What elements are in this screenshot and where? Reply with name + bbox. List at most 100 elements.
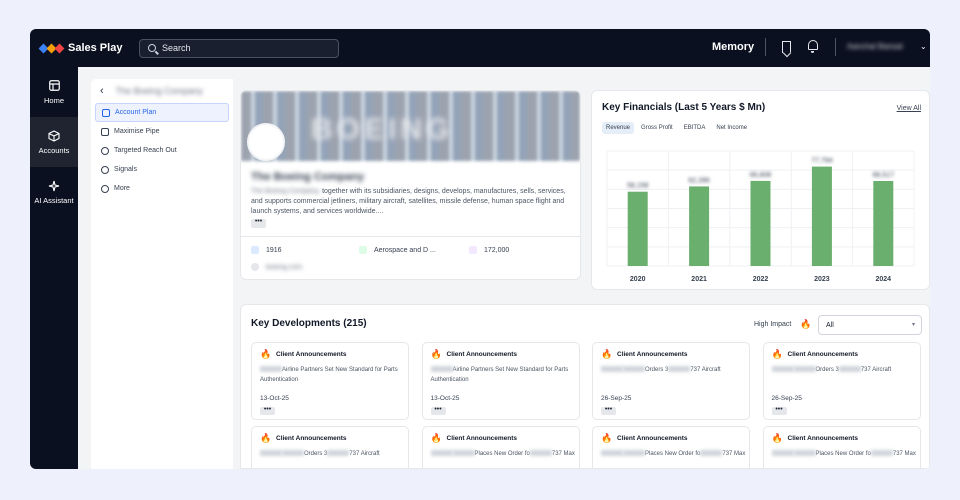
development-card[interactable]: 🔥 Client Announcements Orders 3 737 Aircraf… (592, 342, 750, 420)
development-headline: Places New Order fo 737 Max (430, 449, 576, 459)
memory-button[interactable]: Memory (712, 41, 754, 53)
development-date: 26-Sep-25 (601, 395, 632, 402)
development-card[interactable]: 🔥 Client Announcements Airline Partners Se… (251, 342, 409, 420)
development-type: Client Announcements (446, 435, 518, 442)
chevron-down-icon: ▾ (911, 322, 915, 328)
development-headline: Orders 3 737 Aircraft (601, 365, 746, 375)
flame-icon: 🔥 (601, 349, 613, 359)
development-card[interactable]: 🔥 Client Announcements Places New Order fo… (762, 426, 921, 468)
development-type: Client Announcements (617, 351, 688, 358)
tab-ebitda[interactable]: EBITDA (680, 122, 710, 134)
more-button[interactable]: ••• (771, 406, 787, 415)
more-button[interactable]: ••• (251, 218, 266, 228)
tab-revenue[interactable]: Revenue (602, 122, 635, 134)
bell-icon[interactable] (808, 40, 818, 53)
top-bar: Sales Play Search Memory Aanchal Bansal … (30, 29, 930, 67)
subnav-item-label: Targeted Reach Out (114, 147, 177, 154)
subnav-item-maximise-pipe[interactable]: Maximise Pipe (95, 122, 229, 141)
more-button[interactable]: ••• (260, 406, 275, 415)
development-type: Client Announcements (276, 435, 347, 442)
stat-employees: 172,000 (469, 246, 509, 254)
globe-icon (251, 263, 259, 271)
development-card[interactable]: 🔥 Client Announcements Airline Partners Se… (421, 342, 580, 420)
bar (689, 186, 710, 266)
user-name[interactable]: Aanchal Bansal (847, 42, 903, 51)
subnav-item-label: Maximise Pipe (114, 128, 160, 135)
development-type: Client Announcements (787, 435, 859, 442)
sparkle-icon (48, 179, 61, 192)
bar (627, 191, 648, 266)
search-icon (148, 44, 156, 52)
tab-gross-profit[interactable]: Gross Profit (637, 122, 677, 134)
development-type: Client Announcements (276, 351, 347, 358)
stat-founded: 1916 (251, 246, 282, 254)
subnav-item-account-plan[interactable]: Account Plan (95, 103, 229, 122)
bookmark-icon[interactable] (782, 41, 791, 53)
flame-icon: 🔥 (430, 349, 442, 359)
stat-industry-value: Aerospace and D ... (374, 246, 436, 254)
data-label: 62,286 (688, 177, 710, 184)
nav-ai-assistant-label: AI Assistant (34, 196, 74, 205)
development-headline: Airline Partners Set New Standard for Pa… (430, 366, 569, 383)
nav-home-label: Home (43, 96, 64, 105)
development-type: Client Announcements (446, 351, 518, 358)
development-headline: Orders 3 737 Aircraft (771, 365, 917, 375)
flame-icon: 🔥 (601, 433, 613, 443)
development-card[interactable]: 🔥 Client Announcements Orders 3 737 Aircraf… (251, 426, 409, 468)
stat-founded-value: 1916 (266, 246, 282, 254)
bar (873, 181, 894, 266)
data-label: 66,608 (750, 172, 772, 179)
bar (811, 166, 832, 266)
x-tick-label: 2021 (691, 276, 707, 283)
flame-icon[interactable]: 🔥 (800, 319, 811, 330)
app-name: Sales Play (68, 42, 123, 54)
flame-icon: 🔥 (430, 433, 442, 443)
nav-ai-assistant[interactable]: AI Assistant (30, 167, 78, 217)
view-all-link[interactable]: View All (897, 105, 921, 112)
stat-website[interactable]: boeing.com (251, 263, 302, 271)
x-tick-label: 2023 (814, 276, 830, 283)
impact-filter-select[interactable]: All ▾ (818, 315, 922, 335)
subnav-item-label: Signals (114, 166, 137, 173)
more-button[interactable]: ••• (430, 406, 446, 415)
nav-accounts[interactable]: Accounts (30, 117, 78, 167)
subnav-item-more[interactable]: More (95, 179, 229, 198)
key-developments-title: Key Developments (215) (251, 318, 367, 329)
financials-tabs: Revenue Gross Profit EBITDA Net Income (602, 122, 751, 134)
chevron-down-icon[interactable]: ⌄ (920, 42, 927, 51)
search-input[interactable]: Search (139, 38, 339, 58)
development-card[interactable]: 🔥 Client Announcements Places New Order fo… (421, 426, 580, 468)
home-icon (48, 79, 61, 92)
globe-icon (101, 165, 109, 174)
development-card[interactable]: 🔥 Client Announcements Places New Order fo… (592, 426, 750, 468)
chevron-left-icon[interactable]: ‹ (100, 85, 104, 97)
development-headline: Airline Partners Set New Standard for Pa… (260, 366, 398, 383)
x-tick-label: 2022 (753, 276, 769, 283)
industry-icon (359, 246, 367, 254)
company-name: The Boeing Company (251, 171, 365, 183)
search-placeholder: Search (162, 43, 191, 53)
financials-title: Key Financials (Last 5 Years $ Mn) (602, 102, 766, 113)
high-impact-label: High Impact (754, 321, 792, 328)
more-button[interactable]: ••• (601, 406, 616, 415)
revenue-bar-chart: 58,158 2020 62,286 2021 66,608 2022 77,794 2023… (606, 150, 915, 283)
subnav-item-label: More (114, 185, 130, 192)
compass-icon (101, 184, 109, 193)
development-headline: Places New Order fo 737 Max (601, 449, 746, 459)
flame-icon: 🔥 (771, 349, 783, 359)
subnav-item-targeted-reach-out[interactable]: Targeted Reach Out (95, 141, 229, 160)
development-date: 13-Oct-25 (260, 395, 289, 402)
stat-website-value: boeing.com (266, 263, 303, 271)
bar (750, 180, 771, 266)
logo-icon (38, 43, 65, 53)
nav-home[interactable]: Home (30, 67, 78, 117)
stat-industry: Aerospace and D ... (359, 246, 436, 254)
subnav-item-signals[interactable]: Signals (95, 160, 229, 179)
development-card[interactable]: 🔥 Client Announcements Orders 3 737 Aircraf… (762, 342, 921, 420)
development-headline: Orders 3 737 Aircraft (260, 449, 405, 459)
back-row[interactable]: ‹ The Boeing Company (91, 79, 233, 103)
tab-net-income[interactable]: Net Income (712, 122, 751, 134)
data-label: 66,517 (873, 172, 895, 179)
app-logo[interactable]: Sales Play (38, 42, 130, 54)
subnav-item-label: Account Plan (115, 109, 157, 116)
